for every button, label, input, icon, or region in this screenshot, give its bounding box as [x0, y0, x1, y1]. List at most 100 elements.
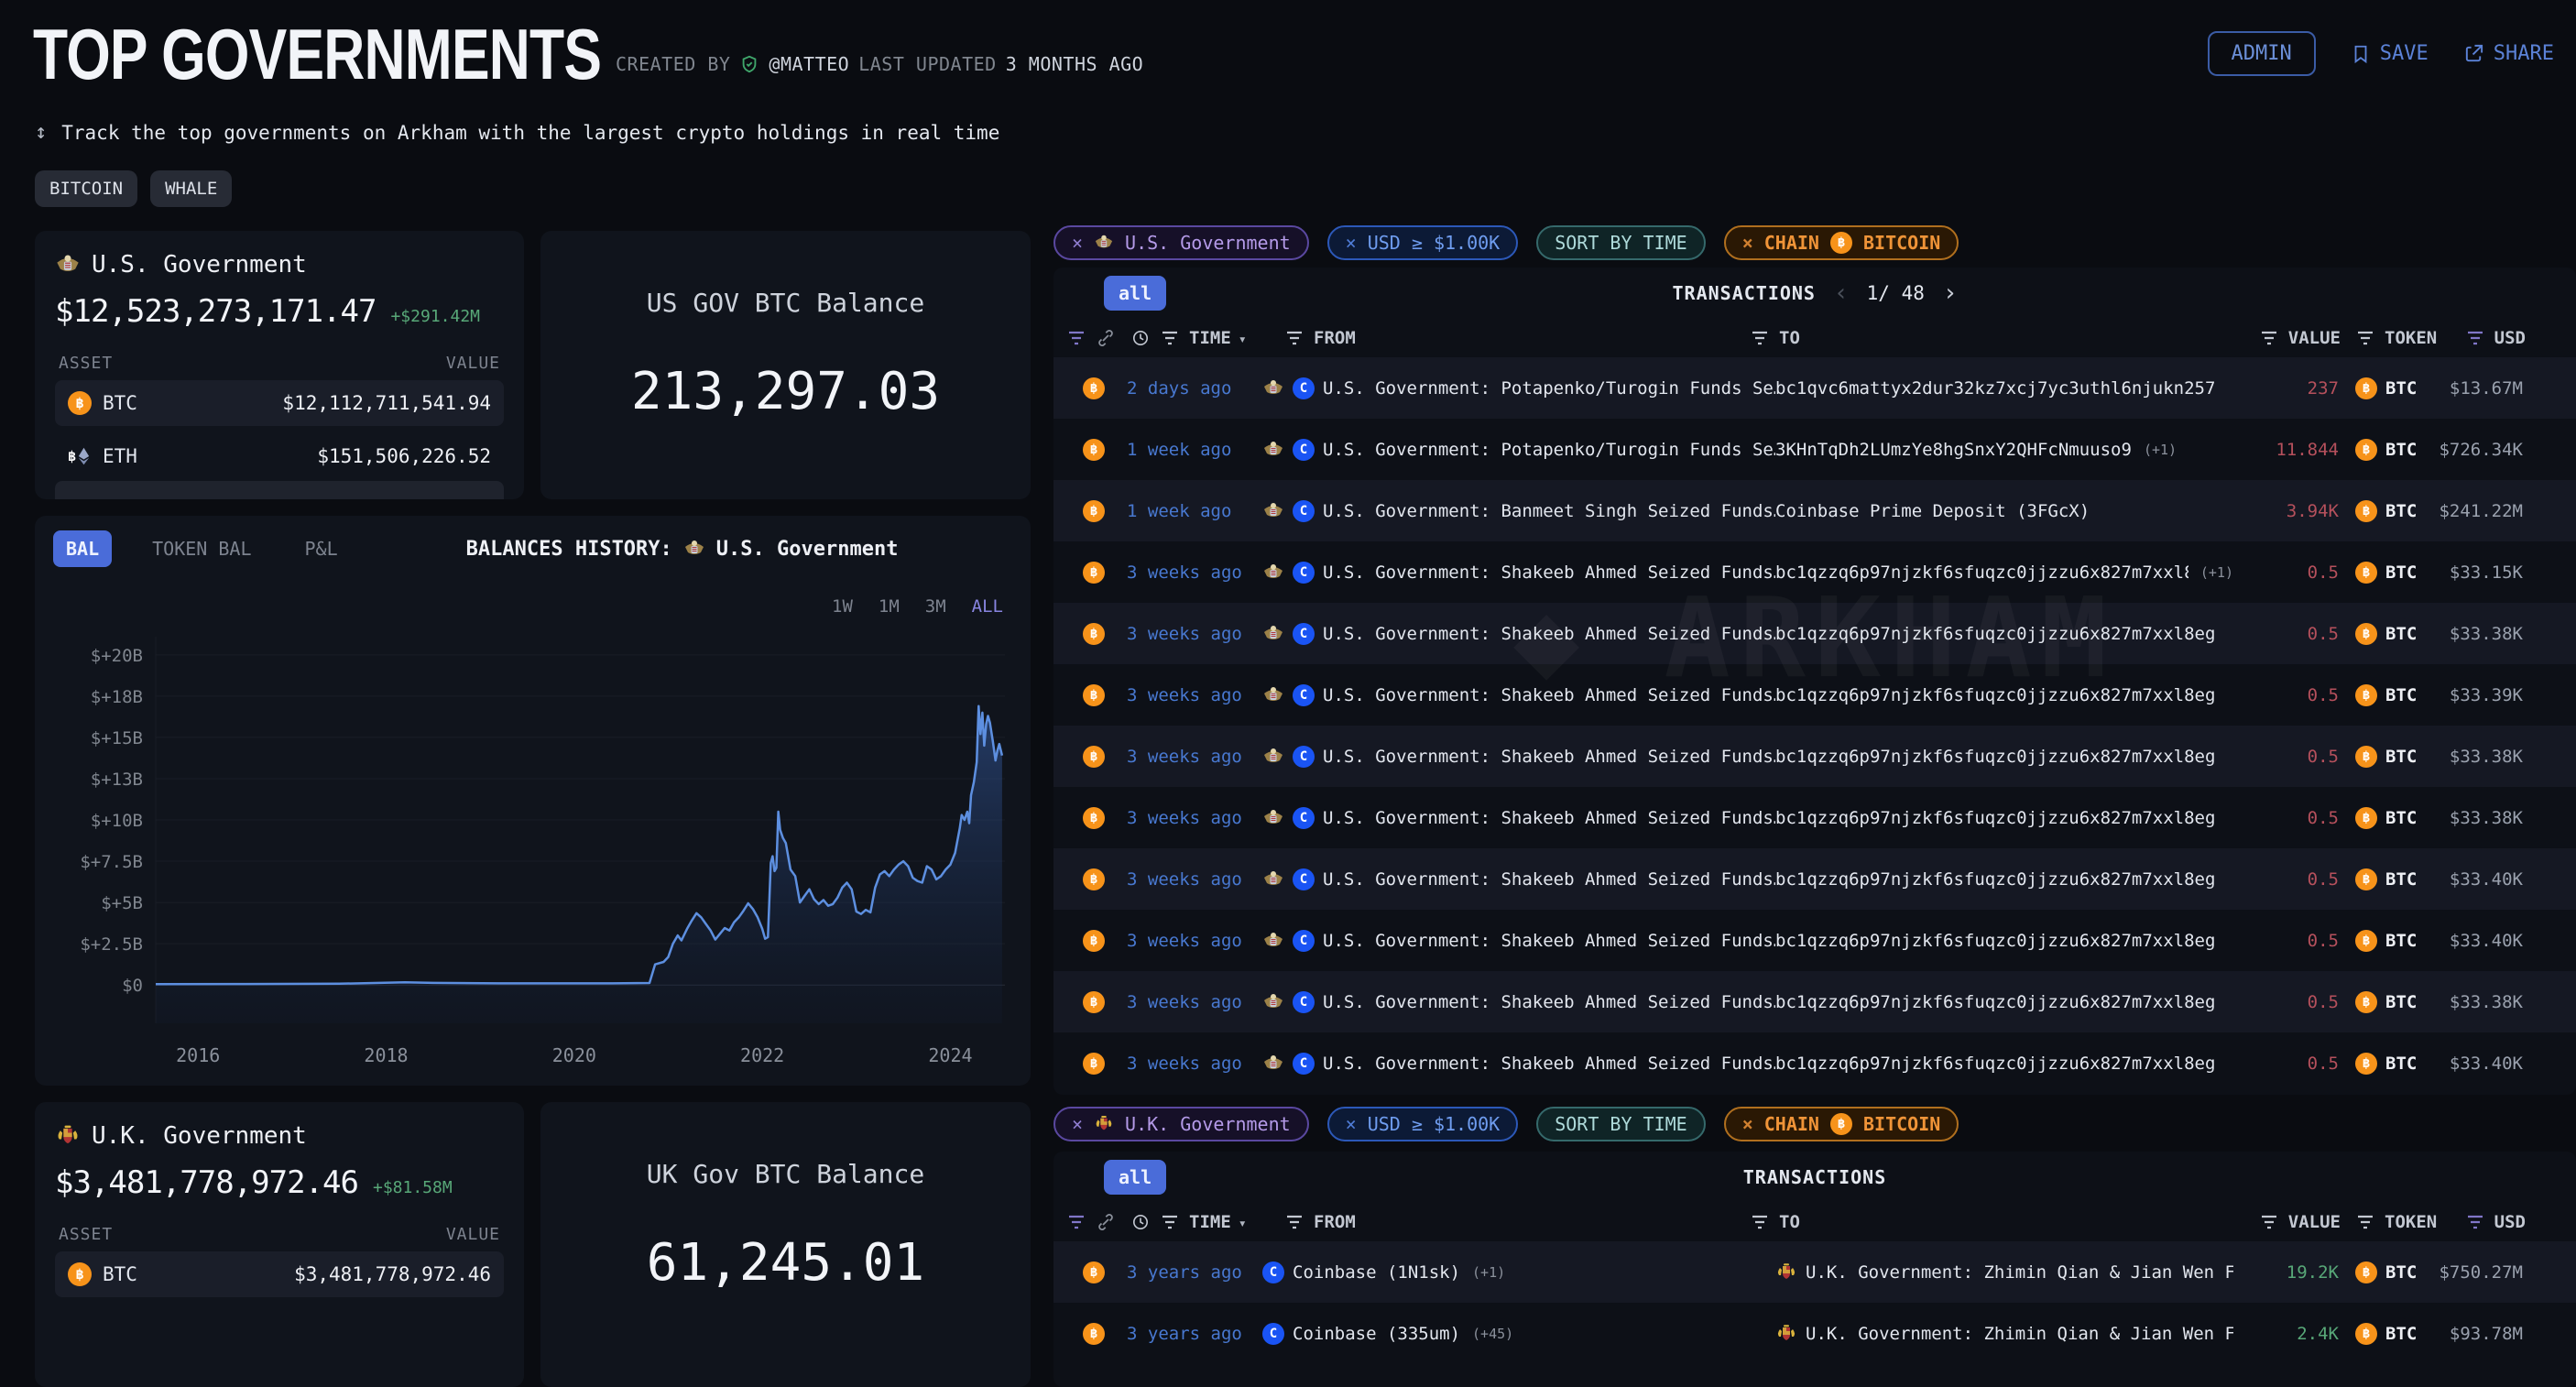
from-column-header[interactable]: FROM [1314, 328, 1356, 348]
close-icon[interactable]: × [1346, 1113, 1357, 1135]
filter-chain-pill[interactable]: × CHAIN BITCOIN [1723, 1107, 1959, 1141]
transaction-row[interactable]: 1 week ago U.S. Government: Banmeet Sing… [1053, 480, 2576, 541]
tx-to-entity[interactable]: U.K. Government: Zhimin Qian & Jian Wen … [1775, 1323, 2233, 1345]
save-button[interactable]: SAVE [2351, 42, 2429, 65]
tx-to-entity[interactable]: bc1qzzq6p97njzkf6sfuqzc0jjzzu6x827m7xxl8… [1775, 808, 2233, 828]
tx-from-entity[interactable]: Coinbase (1N1sk) (+1) [1262, 1261, 1775, 1283]
all-tab[interactable]: all [1104, 276, 1167, 311]
close-icon[interactable]: × [1346, 232, 1357, 254]
filter-icon[interactable] [2465, 1214, 2485, 1230]
sort-by-time-pill[interactable]: SORT BY TIME [1536, 225, 1706, 260]
tx-to-entity[interactable]: bc1qzzq6p97njzkf6sfuqzc0jjzzu6x827m7xxl8… [1775, 931, 2233, 951]
tx-from-entity[interactable]: U.S. Government: Banmeet Singh Seized Fu… [1262, 499, 1775, 522]
balance-chart[interactable]: $+20B $+18B $+15B $+13B $+10B $+7.5B $+5B $+2.5… [53, 622, 1012, 1073]
collapse-handle-icon[interactable]: ↕ [35, 121, 47, 144]
next-page-button[interactable]: › [1943, 279, 1958, 307]
transaction-row[interactable]: 3 years ago Coinbase (1N1sk) (+1) U.K. G… [1053, 1241, 2576, 1303]
tx-time-link[interactable]: 2 days ago [1127, 378, 1262, 399]
clock-icon[interactable] [1130, 1214, 1151, 1230]
filter-entity-pill[interactable]: × U.K. Government [1053, 1107, 1309, 1141]
transaction-row[interactable]: 3 years ago Coinbase (335um) (+45) U.K. … [1053, 1303, 2576, 1364]
filter-usd-pill[interactable]: × USD ≥ $1.00K [1326, 225, 1519, 260]
tx-time-link[interactable]: 3 weeks ago [1127, 685, 1262, 705]
filter-icon[interactable] [2355, 1214, 2375, 1230]
uk-entity-header[interactable]: U.K. Government [55, 1122, 504, 1150]
filter-icon[interactable] [2259, 330, 2279, 346]
author-link[interactable]: @MATTEO [769, 53, 849, 75]
transaction-row[interactable]: 3 weeks ago U.S. Government: Shakeeb Ahm… [1053, 603, 2576, 664]
tx-from-entity[interactable]: U.S. Government: Shakeeb Ahmed Seized Fu… [1262, 929, 1775, 952]
all-tab[interactable]: all [1104, 1160, 1167, 1195]
close-icon[interactable]: × [1072, 1113, 1083, 1135]
tx-from-entity[interactable]: Coinbase (335um) (+45) [1262, 1322, 1775, 1345]
tx-to-entity[interactable]: Coinbase Prime Deposit (3FGcX) [1775, 501, 2233, 521]
filter-icon[interactable] [1160, 1214, 1180, 1230]
tx-to-entity[interactable]: bc1qzzq6p97njzkf6sfuqzc0jjzzu6x827m7xxl8… [1775, 992, 2233, 1012]
time-column-header[interactable]: TIME [1189, 1212, 1247, 1232]
tx-from-entity[interactable]: U.S. Government: Shakeeb Ahmed Seized Fu… [1262, 561, 1775, 584]
asset-row[interactable]: BTC $3,481,778,972.46 [55, 1251, 504, 1297]
transaction-row[interactable]: 3 weeks ago U.S. Government: Shakeeb Ahm… [1053, 1032, 2576, 1094]
range-all[interactable]: ALL [972, 596, 1003, 617]
filter-icon[interactable] [1284, 330, 1304, 346]
tab-bal[interactable]: BAL [53, 530, 113, 567]
link-icon[interactable] [1096, 1214, 1116, 1230]
tab-pnl[interactable]: P&L [292, 530, 351, 567]
tx-to-entity[interactable]: bc1qvc6mattyx2dur32kz7xcj7yc3uthl6njukn2… [1775, 378, 2233, 399]
filter-icon[interactable] [2465, 330, 2485, 346]
filter-icon[interactable] [1750, 1214, 1770, 1230]
tx-time-link[interactable]: 3 weeks ago [1127, 1054, 1262, 1074]
tx-to-entity[interactable]: bc1qzzq6p97njzkf6sfuqzc0jjzzu6x827m7xxl8… [1775, 624, 2233, 644]
tx-time-link[interactable]: 3 weeks ago [1127, 624, 1262, 644]
sort-by-time-pill[interactable]: SORT BY TIME [1536, 1107, 1706, 1141]
transaction-row[interactable]: 3 weeks ago U.S. Government: Shakeeb Ahm… [1053, 787, 2576, 848]
value-column-header[interactable]: VALUE [2288, 328, 2341, 348]
transaction-row[interactable]: 3 weeks ago U.S. Government: Shakeeb Ahm… [1053, 971, 2576, 1032]
tx-time-link[interactable]: 3 weeks ago [1127, 869, 1262, 890]
tx-time-link[interactable]: 3 weeks ago [1127, 562, 1262, 583]
tx-time-link[interactable]: 3 weeks ago [1127, 808, 1262, 828]
tx-to-entity[interactable]: bc1qzzq6p97njzkf6sfuqzc0jjzzu6x827m7xxl8… [1775, 747, 2233, 767]
token-column-header[interactable]: TOKEN [2385, 1212, 2437, 1232]
tab-token-bal[interactable]: TOKEN BAL [139, 530, 264, 567]
filter-usd-pill[interactable]: × USD ≥ $1.00K [1326, 1107, 1519, 1141]
from-column-header[interactable]: FROM [1314, 1212, 1356, 1232]
transaction-row[interactable]: 3 weeks ago U.S. Government: Shakeeb Ahm… [1053, 664, 2576, 726]
filter-icon[interactable] [1284, 1214, 1304, 1230]
usd-column-header[interactable]: USD [2494, 328, 2526, 348]
range-1w[interactable]: 1W [832, 596, 853, 617]
tx-time-link[interactable]: 3 weeks ago [1127, 747, 1262, 767]
close-icon[interactable]: × [1072, 232, 1083, 254]
tx-to-entity[interactable]: bc1qzzq6p97njzkf6sfuqzc0jjzzu6x827m7xxl8… [1775, 562, 2233, 583]
tx-time-link[interactable]: 3 weeks ago [1127, 992, 1262, 1012]
usd-column-header[interactable]: USD [2494, 1212, 2526, 1232]
tx-time-link[interactable]: 1 week ago [1127, 501, 1262, 521]
share-button[interactable]: SHARE [2463, 42, 2554, 65]
filter-icon[interactable] [1750, 330, 1770, 346]
filter-icon[interactable] [2259, 1214, 2279, 1230]
tx-from-entity[interactable]: U.S. Government: Potapenko/Turogin Funds… [1262, 377, 1775, 399]
transaction-row[interactable]: 3 weeks ago U.S. Government: Shakeeb Ahm… [1053, 910, 2576, 971]
tx-from-entity[interactable]: U.S. Government: Shakeeb Ahmed Seized Fu… [1262, 990, 1775, 1013]
range-3m[interactable]: 3M [925, 596, 946, 617]
token-column-header[interactable]: TOKEN [2385, 328, 2437, 348]
tx-from-entity[interactable]: U.S. Government: Shakeeb Ahmed Seized Fu… [1262, 868, 1775, 890]
link-icon[interactable] [1096, 330, 1116, 346]
us-entity-header[interactable]: U.S. Government [55, 251, 504, 278]
tx-time-link[interactable]: 3 weeks ago [1127, 931, 1262, 951]
transaction-row[interactable]: 2 days ago U.S. Government: Potapenko/Tu… [1053, 357, 2576, 419]
tx-to-entity[interactable]: 3KHnTqDh2LUmzYe8hgSnxY2QHFcNmuuso9 (+1) [1775, 440, 2233, 460]
asset-row[interactable]: ETH $151,506,226.52 [55, 433, 504, 479]
tx-from-entity[interactable]: U.S. Government: Shakeeb Ahmed Seized Fu… [1262, 1052, 1775, 1075]
filter-entity-pill[interactable]: × U.S. Government [1053, 225, 1309, 260]
filter-icon[interactable] [1066, 1214, 1086, 1230]
tag-pill[interactable]: BITCOIN [35, 170, 138, 207]
transaction-row[interactable]: 3 weeks ago U.S. Government: Shakeeb Ahm… [1053, 726, 2576, 787]
to-column-header[interactable]: TO [1779, 328, 1800, 348]
tx-to-entity[interactable]: U.K. Government: Zhimin Qian & Jian Wen … [1775, 1261, 2233, 1283]
transaction-row[interactable]: 3 weeks ago U.S. Government: Shakeeb Ahm… [1053, 541, 2576, 603]
filter-icon[interactable] [1160, 330, 1180, 346]
transaction-row[interactable]: 1 week ago U.S. Government: Potapenko/Tu… [1053, 419, 2576, 480]
tag-pill[interactable]: WHALE [150, 170, 233, 207]
tx-from-entity[interactable]: U.S. Government: Shakeeb Ahmed Seized Fu… [1262, 745, 1775, 768]
